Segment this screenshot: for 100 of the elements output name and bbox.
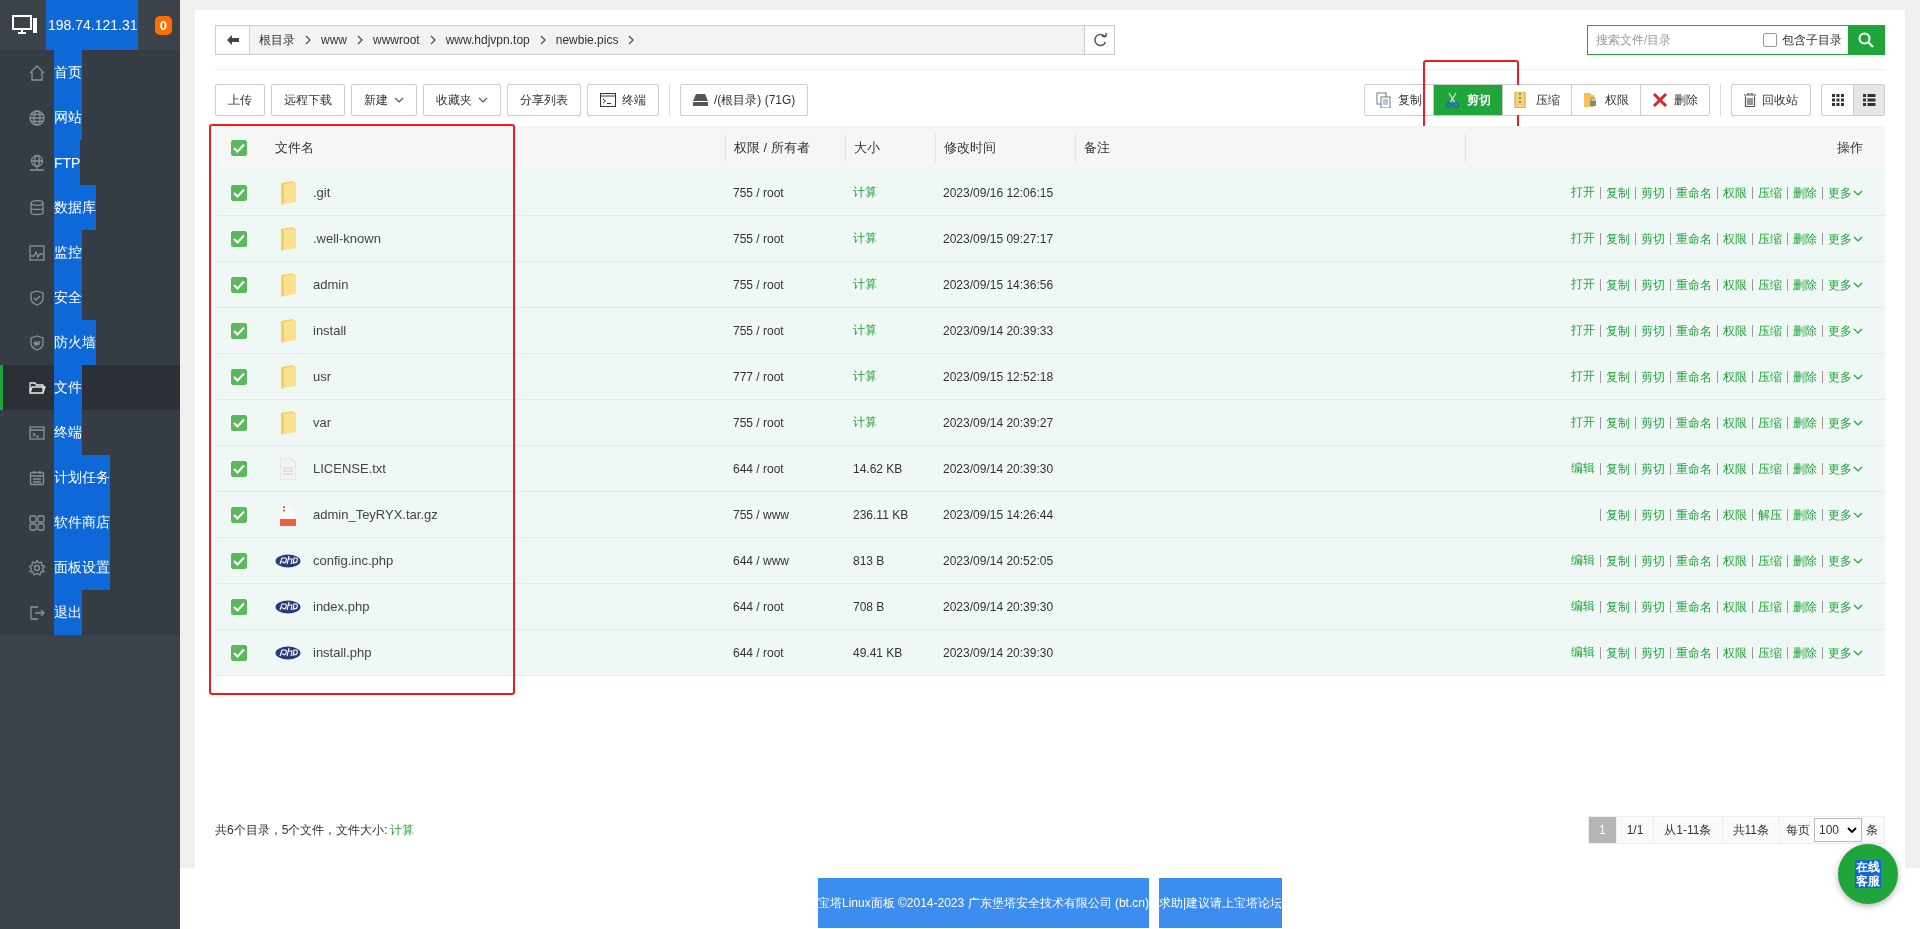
action-link[interactable]: 更多 <box>1822 278 1863 291</box>
action-link[interactable]: 更多 <box>1822 232 1863 245</box>
column-header[interactable]: 大小 <box>854 139 880 157</box>
toolbar-button[interactable]: 远程下载 <box>271 84 345 116</box>
sidebar-item[interactable]: 终端 <box>0 410 180 455</box>
toolbar-button[interactable]: 新建 <box>351 84 417 116</box>
sidebar-item[interactable]: 数据库 <box>0 185 180 230</box>
toolbar-button[interactable]: 上传 <box>215 84 265 116</box>
action-link[interactable]: 剪切 <box>1635 186 1665 199</box>
recycle-bin-button[interactable]: 回收站 <box>1731 84 1811 116</box>
file-name[interactable]: admin <box>313 277 349 292</box>
sidebar-item[interactable]: 面板设置 <box>0 545 180 590</box>
action-link[interactable]: 打开 <box>1571 368 1595 385</box>
action-link[interactable]: 重命名 <box>1670 416 1712 429</box>
action-link[interactable]: 压缩 <box>1752 462 1782 475</box>
calculate-link[interactable]: 计算 <box>389 821 414 839</box>
action-link[interactable]: 复制 <box>1600 324 1630 337</box>
view-toggle[interactable] <box>1853 85 1884 115</box>
action-link[interactable]: 权限 <box>1717 462 1747 475</box>
action-link[interactable]: 权限 <box>1717 416 1747 429</box>
action-link[interactable]: 更多 <box>1822 646 1863 659</box>
action-link[interactable]: 剪切 <box>1635 232 1665 245</box>
toolbar-button[interactable]: 复制 <box>1365 85 1434 115</box>
action-link[interactable]: 重命名 <box>1670 278 1712 291</box>
action-link[interactable]: 剪切 <box>1635 416 1665 429</box>
action-link[interactable]: 复制 <box>1600 278 1630 291</box>
file-name[interactable]: index.php <box>313 599 370 614</box>
checkbox[interactable] <box>231 644 247 661</box>
action-link[interactable]: 重命名 <box>1670 186 1712 199</box>
action-link[interactable]: 重命名 <box>1670 554 1712 567</box>
column-header[interactable]: 修改时间 <box>944 139 996 157</box>
breadcrumb-link[interactable]: www.hdjvpn.top <box>445 33 530 47</box>
action-link[interactable]: 删除 <box>1787 278 1817 291</box>
action-link[interactable]: 删除 <box>1787 462 1817 475</box>
action-link[interactable]: 剪切 <box>1635 600 1665 613</box>
action-link[interactable]: 剪切 <box>1635 646 1665 659</box>
action-link[interactable]: 权限 <box>1717 508 1747 521</box>
checkbox[interactable] <box>231 140 247 156</box>
action-link[interactable]: 更多 <box>1822 416 1863 429</box>
sidebar-item[interactable]: 网站 <box>0 95 180 140</box>
checkbox[interactable] <box>231 368 247 385</box>
action-link[interactable]: 复制 <box>1600 600 1630 613</box>
action-link[interactable]: 复制 <box>1600 416 1630 429</box>
action-link[interactable]: 重命名 <box>1670 508 1712 521</box>
action-link[interactable]: 编辑 <box>1571 552 1595 569</box>
action-link[interactable]: 权限 <box>1717 232 1747 245</box>
checkbox[interactable] <box>231 230 247 247</box>
toolbar-button[interactable]: 收藏夹 <box>423 84 501 116</box>
action-link[interactable]: 重命名 <box>1670 600 1712 613</box>
page-button[interactable]: 1 <box>1588 816 1617 844</box>
action-link[interactable]: 复制 <box>1600 554 1630 567</box>
action-link[interactable]: 编辑 <box>1571 644 1595 661</box>
calculate-link[interactable]: 计算 <box>853 184 877 201</box>
refresh-button[interactable] <box>1084 26 1114 54</box>
action-link[interactable]: 打开 <box>1571 230 1595 247</box>
calculate-link[interactable]: 计算 <box>853 414 877 431</box>
action-link[interactable]: 更多 <box>1822 554 1863 567</box>
action-link[interactable]: 更多 <box>1822 508 1863 521</box>
checkbox[interactable] <box>231 322 247 339</box>
action-link[interactable]: 重命名 <box>1670 462 1712 475</box>
breadcrumb-link[interactable]: newbie.pics <box>555 33 619 47</box>
checkbox[interactable] <box>231 552 247 569</box>
calculate-link[interactable]: 计算 <box>853 368 877 385</box>
action-link[interactable]: 权限 <box>1717 554 1747 567</box>
action-link[interactable]: 压缩 <box>1752 416 1782 429</box>
breadcrumb-link[interactable]: wwwroot <box>373 33 420 47</box>
sidebar-item[interactable]: 安全 <box>0 275 180 320</box>
checkbox[interactable] <box>231 184 247 201</box>
action-link[interactable]: 更多 <box>1822 462 1863 475</box>
action-link[interactable]: 删除 <box>1787 600 1817 613</box>
action-link[interactable]: 剪切 <box>1635 554 1665 567</box>
action-link[interactable]: 更多 <box>1822 186 1863 199</box>
action-link[interactable]: 剪切 <box>1635 462 1665 475</box>
sidebar-item[interactable]: 计划任务 <box>0 455 180 500</box>
breadcrumb-link[interactable]: www <box>321 33 347 47</box>
action-link[interactable]: 删除 <box>1787 508 1817 521</box>
action-link[interactable]: 复制 <box>1600 646 1630 659</box>
toolbar-button[interactable]: /(根目录) (71G) <box>680 84 809 116</box>
action-link[interactable]: 复制 <box>1600 186 1630 199</box>
toolbar-button[interactable]: 分享列表 <box>507 84 581 116</box>
action-link[interactable]: 剪切 <box>1635 324 1665 337</box>
action-link[interactable]: 复制 <box>1600 232 1630 245</box>
action-link[interactable]: 权限 <box>1717 600 1747 613</box>
action-link[interactable]: 打开 <box>1571 414 1595 431</box>
calculate-link[interactable]: 计算 <box>853 322 877 339</box>
search-bar[interactable]: 搜索文件/目录 包含子目录 <box>1587 25 1885 55</box>
column-header[interactable]: 操作 <box>1837 139 1863 157</box>
action-link[interactable]: 复制 <box>1600 370 1630 383</box>
toolbar-button[interactable]: 剪切 <box>1434 85 1503 115</box>
action-link[interactable]: 删除 <box>1787 232 1817 245</box>
action-link[interactable]: 解压 <box>1752 508 1782 521</box>
calculate-link[interactable]: 计算 <box>853 276 877 293</box>
calculate-link[interactable]: 计算 <box>853 230 877 247</box>
action-link[interactable]: 删除 <box>1787 370 1817 383</box>
action-link[interactable]: 权限 <box>1717 646 1747 659</box>
action-link[interactable]: 权限 <box>1717 324 1747 337</box>
sidebar-item[interactable]: 防火墙 <box>0 320 180 365</box>
column-header[interactable]: 权限 / 所有者 <box>734 139 810 157</box>
action-link[interactable]: 重命名 <box>1670 646 1712 659</box>
action-link[interactable]: 删除 <box>1787 186 1817 199</box>
